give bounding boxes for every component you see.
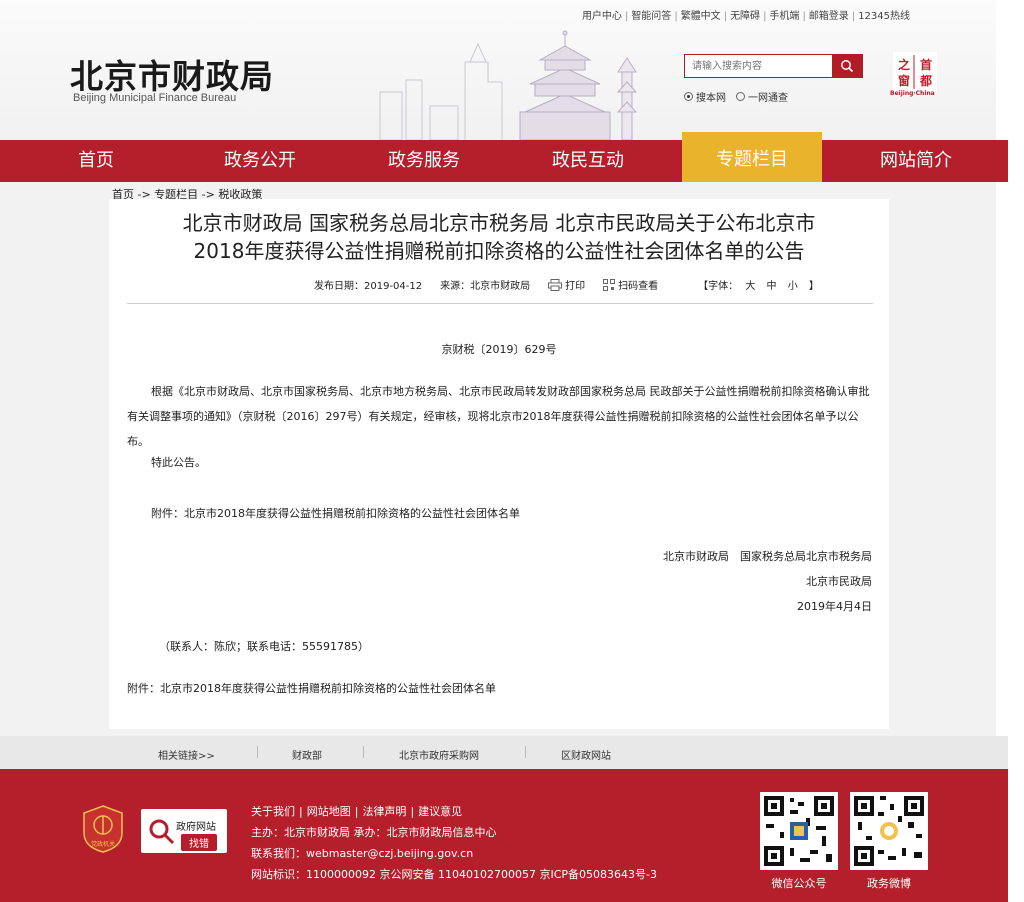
qr-code-icon	[603, 278, 616, 291]
nav-item-topics[interactable]: 专题栏目	[682, 132, 822, 182]
related-links-label: 相关链接>>	[158, 751, 215, 762]
footer-links: 关于我们 | 网站地图 | 法律声明 | 建议意见	[251, 805, 463, 818]
search-box	[684, 54, 863, 78]
contact-info: （联系人：陈欣；联系电话：55591785）	[159, 640, 369, 653]
related-link-procurement[interactable]: 北京市政府采购网	[399, 747, 479, 762]
footer-info: 关于我们 | 网站地图 | 法律声明 | 建议意见 主办：北京市财政局 承办：北京市财政局信…	[251, 801, 657, 885]
font-size-end: 】	[808, 281, 819, 292]
footer-site-ids: 网站标识：1100000092 京公网安备 11040102700057 京IC…	[251, 868, 657, 881]
report-error-label: 找错	[181, 834, 217, 851]
seal-char-1: 首	[920, 57, 932, 72]
wechat-qr-caption: 微信公众号	[771, 877, 827, 890]
radio-search-site-label: 搜本网	[696, 93, 726, 104]
util-link-accessibility[interactable]: 无障碍	[730, 11, 760, 22]
nav-item-home[interactable]: 首页	[26, 140, 166, 182]
article-title-line2: 2018年度获得公益性捐赠税前扣除资格的公益性社会团体名单的公告	[193, 239, 805, 263]
beijing-skyline-illustration	[379, 30, 638, 140]
link-divider	[363, 746, 364, 758]
publish-date: 发布日期：2019-04-12	[314, 281, 423, 292]
radio-search-all[interactable]: 一网通查	[736, 89, 788, 104]
seal-char-3: 之	[898, 57, 910, 72]
radio-search-site[interactable]: 搜本网	[684, 89, 726, 104]
footer-contact: 联系我们：webmaster@czj.beijing.gov.cn	[251, 847, 474, 860]
font-size-medium[interactable]: 中	[767, 281, 777, 292]
scan-qr-label: 扫码查看	[618, 281, 659, 292]
search-icon	[841, 60, 854, 73]
signature-civil-affairs: 北京市民政局	[806, 575, 872, 588]
radio-search-all-label: 一网通查	[748, 93, 788, 104]
related-link-district-finance[interactable]: 区财政网站	[561, 747, 611, 762]
util-link-qa[interactable]: 智能问答	[631, 11, 671, 22]
gov-site-report-error[interactable]: 政府网站 找错	[141, 809, 227, 853]
search-button[interactable]	[832, 55, 862, 77]
radio-unchecked-icon	[736, 92, 745, 101]
footer-link-sitemap[interactable]: 网站地图	[307, 805, 351, 818]
util-link-traditional[interactable]: 繁體中文	[681, 11, 721, 22]
font-size-large[interactable]: 大	[745, 281, 755, 292]
link-divider	[257, 746, 258, 758]
footer-sponsor: 主办：北京市财政局 承办：北京市财政局信息中心	[251, 826, 497, 839]
badge-caption: 党政机关	[91, 840, 115, 848]
util-link-mobile[interactable]: 手机端	[769, 11, 799, 22]
signature-issuers: 北京市财政局 国家税务总局北京市税务局	[663, 550, 872, 563]
footer-link-legal[interactable]: 法律声明	[362, 805, 406, 818]
article-panel: 北京市财政局 国家税务总局北京市税务局 北京市民政局关于公布北京市 2018年度…	[109, 199, 889, 729]
link-divider	[525, 746, 526, 758]
font-size-small[interactable]: 小	[788, 281, 798, 292]
main-nav: 首页 政务公开 政务服务 政民互动 专题栏目 网站简介	[0, 132, 1008, 182]
seal-caption: Beijing·China	[890, 90, 935, 97]
font-size-control: 【字体： 大 中 小 】	[698, 277, 823, 292]
gov-site-title: 政府网站	[176, 822, 216, 833]
article-paragraph-2: 特此公告。	[151, 456, 206, 469]
print-button[interactable]: 打印	[548, 277, 585, 292]
header: 用户中心 | 智能问答 | 繁體中文 | 无障碍 | 手机端 | 邮箱登录 | 12345热线 北京市财…	[0, 0, 996, 140]
article-paragraph-attachment: 附件：北京市2018年度获得公益性捐赠税前扣除资格的公益性社会团体名单	[151, 507, 520, 520]
article-paragraph-1: 根据《北京市财政局、北京市国家税务局、北京市地方税务局、北京市民政局转发财政部国…	[127, 385, 870, 448]
printer-icon	[548, 278, 563, 291]
weibo-qr-code	[850, 792, 928, 870]
search-input[interactable]	[685, 55, 833, 77]
article-source: 来源：北京市财政局	[440, 281, 531, 292]
font-size-label: 【字体：	[698, 281, 739, 292]
footer: 党政机关 政府网站 找错 关于我们 | 网站地图 | 法律声明 | 建议意见 主办：北京市财…	[0, 769, 1008, 902]
seal-char-2: 都	[919, 73, 932, 88]
document-number: 京财税〔2019〕629号	[441, 343, 557, 356]
signature-date: 2019年4月4日	[797, 600, 872, 613]
footer-link-about[interactable]: 关于我们	[251, 805, 295, 818]
article-meta: 发布日期：2019-04-12 来源：北京市财政局 打印 扫码查看 【字体： 大…	[314, 277, 823, 292]
nav-item-about[interactable]: 网站简介	[846, 140, 986, 182]
related-link-mof[interactable]: 财政部	[292, 747, 322, 762]
magnifier-icon	[149, 819, 175, 845]
attachment-link[interactable]: 附件：北京市2018年度获得公益性捐赠税前扣除资格的公益性社会团体名单	[127, 680, 496, 696]
utility-links: 用户中心 | 智能问答 | 繁體中文 | 无障碍 | 手机端 | 邮箱登录 | 12345热线	[581, 11, 910, 22]
weibo-qr-caption: 政务微博	[867, 877, 911, 890]
print-label: 打印	[565, 281, 586, 292]
radio-checked-icon	[684, 92, 693, 101]
seal-char-4: 窗	[898, 73, 910, 88]
party-government-badge-icon[interactable]: 党政机关	[82, 805, 124, 853]
nav-item-gov-services[interactable]: 政务服务	[354, 140, 494, 182]
title-divider	[127, 303, 873, 304]
util-link-hotline[interactable]: 12345热线	[858, 11, 910, 22]
util-link-mail-login[interactable]: 邮箱登录	[809, 11, 849, 22]
nav-item-gov-affairs[interactable]: 政务公开	[190, 140, 330, 182]
wechat-qr-code	[760, 792, 838, 870]
search-scope: 搜本网 一网通查	[684, 89, 788, 104]
footer-link-feedback[interactable]: 建议意见	[418, 805, 462, 818]
article-title-line1: 北京市财政局 国家税务总局北京市税务局 北京市民政局关于公布北京市	[182, 211, 816, 235]
scan-qr-button[interactable]: 扫码查看	[603, 277, 658, 292]
site-logo-subtitle: Beijing Municipal Finance Bureau	[73, 92, 237, 104]
util-link-user-center[interactable]: 用户中心	[582, 11, 622, 22]
site-logo-title[interactable]: 北京市财政局	[70, 50, 274, 98]
article-title: 北京市财政局 国家税务总局北京市税务局 北京市民政局关于公布北京市 2018年度…	[109, 209, 889, 265]
nav-item-interaction[interactable]: 政民互动	[518, 140, 658, 182]
related-links-bar: 相关链接>> 财政部 北京市政府采购网 区财政网站	[0, 736, 1008, 769]
